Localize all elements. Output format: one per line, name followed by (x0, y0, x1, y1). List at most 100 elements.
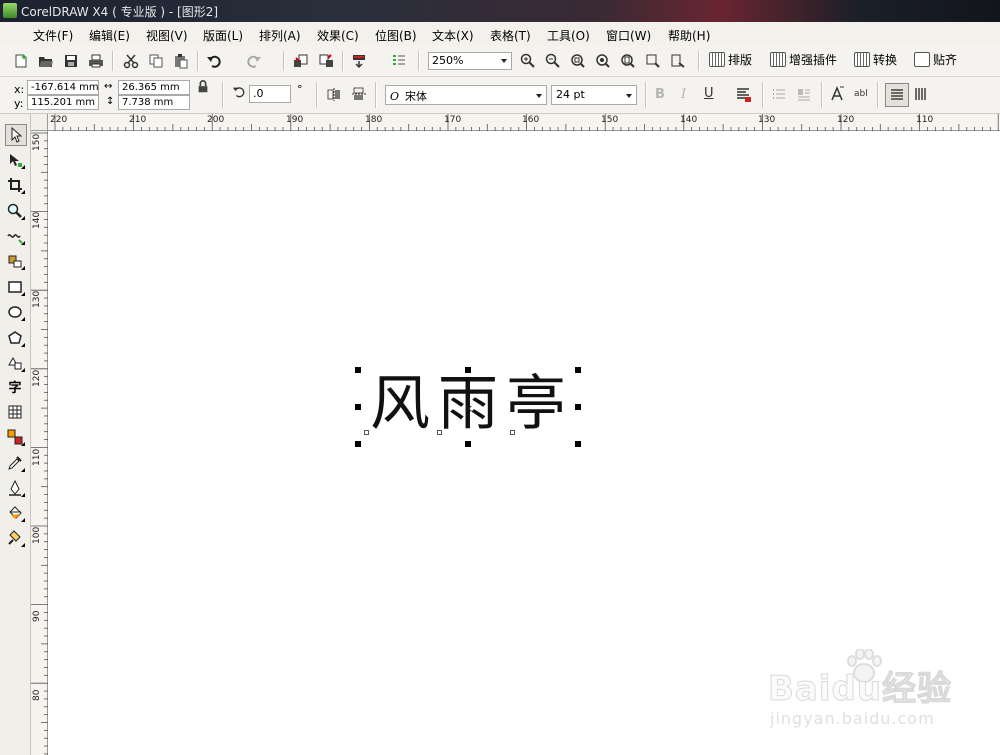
import-icon[interactable] (292, 52, 310, 70)
print-icon[interactable] (87, 52, 105, 70)
outline-pen-tool-icon[interactable] (5, 478, 25, 498)
menu-arrange[interactable]: 排列(A) (259, 27, 301, 44)
zoom-page-height-icon[interactable] (669, 52, 687, 70)
zoom-to-all-objects-icon[interactable] (594, 52, 612, 70)
new-document-icon[interactable] (12, 52, 30, 70)
plugin-convert-button[interactable]: 转换 (854, 51, 897, 68)
menu-help[interactable]: 帮助(H) (668, 27, 710, 44)
edit-text-icon[interactable]: abl (854, 89, 868, 99)
smart-fill-tool-icon[interactable] (5, 251, 25, 271)
drop-cap-icon[interactable] (795, 86, 813, 104)
shape-tool-icon[interactable] (5, 150, 25, 170)
ruler-label: 120 (32, 369, 42, 387)
open-folder-icon[interactable] (37, 52, 55, 70)
width-field[interactable]: 26.365 mm (118, 80, 190, 95)
selection-handle-top-right[interactable] (575, 367, 581, 373)
menu-edit[interactable]: 编辑(E) (89, 27, 130, 44)
menu-effects[interactable]: 效果(C) (317, 27, 359, 44)
plugin-snap-button[interactable]: 贴齐 (914, 51, 957, 68)
underline-icon[interactable]: U (704, 86, 714, 101)
pick-tool-icon[interactable] (5, 124, 27, 146)
vertical-ruler[interactable]: 150 140 130 120 110 100 90 80 (31, 131, 48, 755)
font-size-value: 24 pt (556, 88, 585, 101)
basic-shapes-tool-icon[interactable] (5, 353, 25, 373)
menu-file[interactable]: 文件(F) (33, 27, 73, 44)
copy-icon[interactable] (147, 52, 165, 70)
polygon-tool-icon[interactable] (5, 328, 25, 348)
menu-bitmaps[interactable]: 位图(B) (375, 27, 417, 44)
mirror-horizontal-icon[interactable] (325, 85, 343, 103)
ruler-origin-corner[interactable] (31, 114, 48, 131)
zoom-in-icon[interactable] (519, 52, 537, 70)
selection-handle-top[interactable] (465, 367, 471, 373)
selection-center-marker[interactable]: × (464, 402, 473, 415)
rotation-angle-field[interactable]: .0 (249, 85, 291, 103)
application-launcher-icon[interactable] (350, 52, 368, 70)
character-node[interactable] (510, 430, 515, 435)
italic-icon[interactable]: I (681, 87, 686, 102)
text-alignment-icon[interactable] (735, 86, 753, 104)
save-icon[interactable] (62, 52, 80, 70)
degree-symbol: ° (297, 83, 303, 96)
selection-handle-left[interactable] (355, 404, 361, 410)
ellipse-tool-icon[interactable] (5, 302, 25, 322)
selection-handle-bottom-left[interactable] (355, 441, 361, 447)
blend-tool-icon[interactable] (5, 427, 25, 447)
freehand-tool-icon[interactable] (5, 226, 25, 246)
drawing-canvas[interactable]: 风雨亭 × Baidu经验 jingyan.baidu.com (48, 131, 1000, 755)
menu-window[interactable]: 窗口(W) (606, 27, 651, 44)
eyedropper-tool-icon[interactable] (5, 453, 25, 473)
paste-icon[interactable] (172, 52, 190, 70)
selection-handle-top-left[interactable] (355, 367, 361, 373)
chevron-down-icon (626, 94, 632, 98)
menu-text[interactable]: 文本(X) (432, 27, 474, 44)
lock-ratio-icon[interactable] (196, 80, 210, 94)
interactive-fill-tool-icon[interactable] (5, 528, 25, 548)
mirror-vertical-icon[interactable] (350, 85, 368, 103)
horizontal-ruler[interactable]: 220 210 200 190 180 170 160 150 140 130 … (48, 114, 1000, 131)
format-text-icon[interactable] (828, 85, 846, 103)
zoom-to-page-icon[interactable] (619, 52, 637, 70)
y-position-field[interactable]: 115.201 mm (27, 95, 99, 110)
ruler-label: 130 (32, 290, 42, 308)
zoom-out-icon[interactable] (544, 52, 562, 70)
zoom-to-selected-icon[interactable] (569, 52, 587, 70)
zoom-page-width-icon[interactable] (644, 52, 662, 70)
plugin-enhance-button[interactable]: 增强插件 (770, 51, 837, 68)
fill-tool-icon[interactable] (5, 503, 25, 523)
redo-icon[interactable] (245, 52, 263, 70)
toolbar-separator (316, 82, 318, 108)
menu-layout[interactable]: 版面(L) (203, 27, 243, 44)
font-size-select[interactable]: 24 pt (551, 85, 637, 105)
bold-icon[interactable]: B (655, 87, 665, 102)
x-position-field[interactable]: -167.614 mm (27, 80, 99, 95)
export-icon[interactable] (317, 52, 335, 70)
selection-handle-right[interactable] (575, 404, 581, 410)
rectangle-tool-icon[interactable] (5, 277, 25, 297)
table-tool-icon[interactable] (5, 402, 25, 422)
plugin-typesetting-button[interactable]: 排版 (709, 51, 752, 68)
text-tool-icon[interactable]: 字 (5, 376, 25, 396)
font-name-select[interactable]: O 宋体 (385, 85, 547, 105)
height-field[interactable]: 7.738 mm (118, 95, 190, 110)
bullet-list-icon[interactable] (770, 86, 788, 104)
ruler-label: 220 (50, 115, 68, 125)
zoom-tool-icon[interactable] (5, 201, 25, 221)
undo-icon[interactable] (205, 52, 223, 70)
menu-tools[interactable]: 工具(O) (547, 27, 590, 44)
plugin-label: 转换 (873, 53, 898, 67)
horizontal-text-icon[interactable] (885, 83, 909, 107)
menu-table[interactable]: 表格(T) (490, 27, 531, 44)
cut-icon[interactable] (122, 52, 140, 70)
ruler-label: 110 (32, 448, 42, 466)
zoom-level-select[interactable]: 250% (428, 52, 512, 70)
crop-tool-icon[interactable] (5, 175, 25, 195)
toolbar-separator (821, 82, 823, 108)
character-node[interactable] (437, 430, 442, 435)
menu-view[interactable]: 视图(V) (146, 27, 188, 44)
character-node[interactable] (364, 430, 369, 435)
welcome-screen-icon[interactable] (390, 52, 408, 70)
vertical-text-icon[interactable] (912, 85, 930, 103)
selection-handle-bottom-right[interactable] (575, 441, 581, 447)
selection-handle-bottom[interactable] (465, 441, 471, 447)
